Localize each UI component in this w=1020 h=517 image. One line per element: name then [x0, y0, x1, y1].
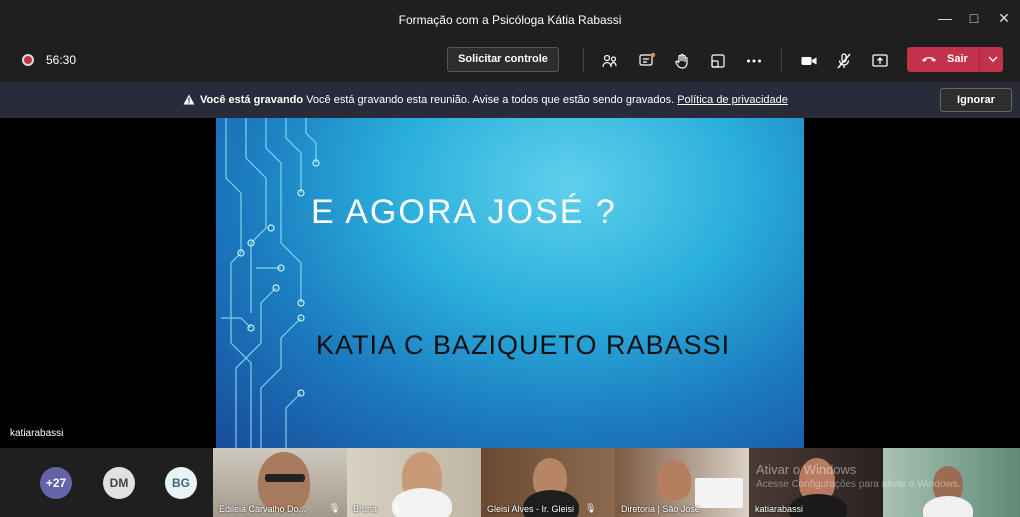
shared-content-stage: E AGORA JOSÉ ? KATIA C BAZIQUETO RABASSI…: [0, 118, 1020, 448]
recording-icon: [22, 54, 34, 66]
warning-icon: [183, 94, 195, 105]
window-title: Formação com a Psicóloga Kátia Rabassi: [398, 13, 622, 27]
chevron-down-icon[interactable]: [987, 52, 999, 66]
circuit-decoration: [221, 118, 320, 448]
raise-hand-icon[interactable]: [669, 48, 695, 74]
participant-video-tile[interactable]: Gleisi Alves - Ir. Gleisi 🎙: [481, 448, 615, 517]
paper: [695, 478, 743, 508]
toolbar-divider: [583, 48, 584, 72]
recording-banner: Você está gravando Você está gravando es…: [0, 82, 1020, 118]
minimize-icon[interactable]: —: [935, 10, 955, 26]
leave-divider: [979, 47, 980, 72]
request-control-button[interactable]: Solicitar controle: [447, 47, 559, 72]
participant-name: katiarabassi: [755, 504, 804, 514]
recording-message-text: Você está gravando esta reunião. Avise a…: [303, 94, 678, 106]
participant-video: [258, 452, 310, 512]
windows-activation-hint: Acesse Configurações para ativar o Windo…: [756, 479, 961, 490]
camera-icon[interactable]: [796, 48, 822, 74]
mic-muted-icon: 🎙: [329, 503, 341, 513]
hang-up-icon: [922, 57, 936, 62]
participant-name: Gleisi Alves - Ir. Gleisi: [487, 504, 575, 514]
slide-subtitle: KATIA C BAZIQUETO RABASSI: [316, 330, 731, 360]
ignore-button[interactable]: Ignorar: [940, 88, 1012, 112]
slide-title: E AGORA JOSÉ ?: [311, 193, 617, 231]
participant-video-tile[interactable]: Edileia Carvalho Do... 🎙: [213, 448, 347, 517]
overflow-participants-badge[interactable]: +27: [40, 467, 72, 499]
share-screen-icon[interactable]: [867, 48, 893, 74]
presenter-name: katiarabassi: [10, 428, 64, 439]
participant-name: Diretoria | São José: [621, 504, 700, 514]
presentation-slide: E AGORA JOSÉ ? KATIA C BAZIQUETO RABASSI: [216, 118, 804, 448]
participant-video-tile[interactable]: Bruna 🎙: [347, 448, 481, 517]
meeting-toolbar: 56:30 Solicitar controle Sair: [0, 40, 1020, 82]
participant-name: Edileia Carvalho Do...: [219, 504, 307, 514]
participant-clothes: [923, 496, 973, 517]
participants-icon[interactable]: [597, 48, 623, 74]
avatar[interactable]: BG: [165, 467, 197, 499]
title-bar: Formação com a Psicóloga Kátia Rabassi —…: [0, 0, 1020, 40]
leave-label: Sair: [947, 53, 968, 65]
glasses: [265, 474, 305, 482]
recording-message: Você está gravando Você está gravando es…: [200, 94, 788, 106]
participant-video: [657, 460, 691, 500]
rooms-icon[interactable]: [705, 48, 731, 74]
mic-muted-icon: 🎙: [585, 503, 597, 513]
mic-muted-icon: 🎙: [391, 503, 403, 513]
participant-video-tile[interactable]: Diretoria | São José: [615, 448, 749, 517]
privacy-policy-link[interactable]: Política de privacidade: [677, 94, 788, 106]
maximize-icon[interactable]: □: [964, 10, 984, 26]
close-icon[interactable]: ✕: [994, 10, 1014, 27]
avatar[interactable]: DM: [103, 467, 135, 499]
recording-message-bold: Você está gravando: [200, 94, 304, 106]
participant-name: Bruna: [353, 504, 378, 514]
participant-strip: +27 DM BG Edileia Carvalho Do... 🎙 Bruna…: [0, 448, 1020, 517]
windows-activation-watermark: Ativar o Windows: [756, 462, 857, 477]
more-options-icon[interactable]: [741, 48, 767, 74]
chat-icon[interactable]: [634, 48, 660, 74]
meeting-timer: 56:30: [46, 53, 77, 67]
mic-muted-icon[interactable]: [831, 48, 857, 74]
toolbar-divider: [781, 48, 782, 72]
leave-button[interactable]: Sair: [907, 47, 1003, 72]
